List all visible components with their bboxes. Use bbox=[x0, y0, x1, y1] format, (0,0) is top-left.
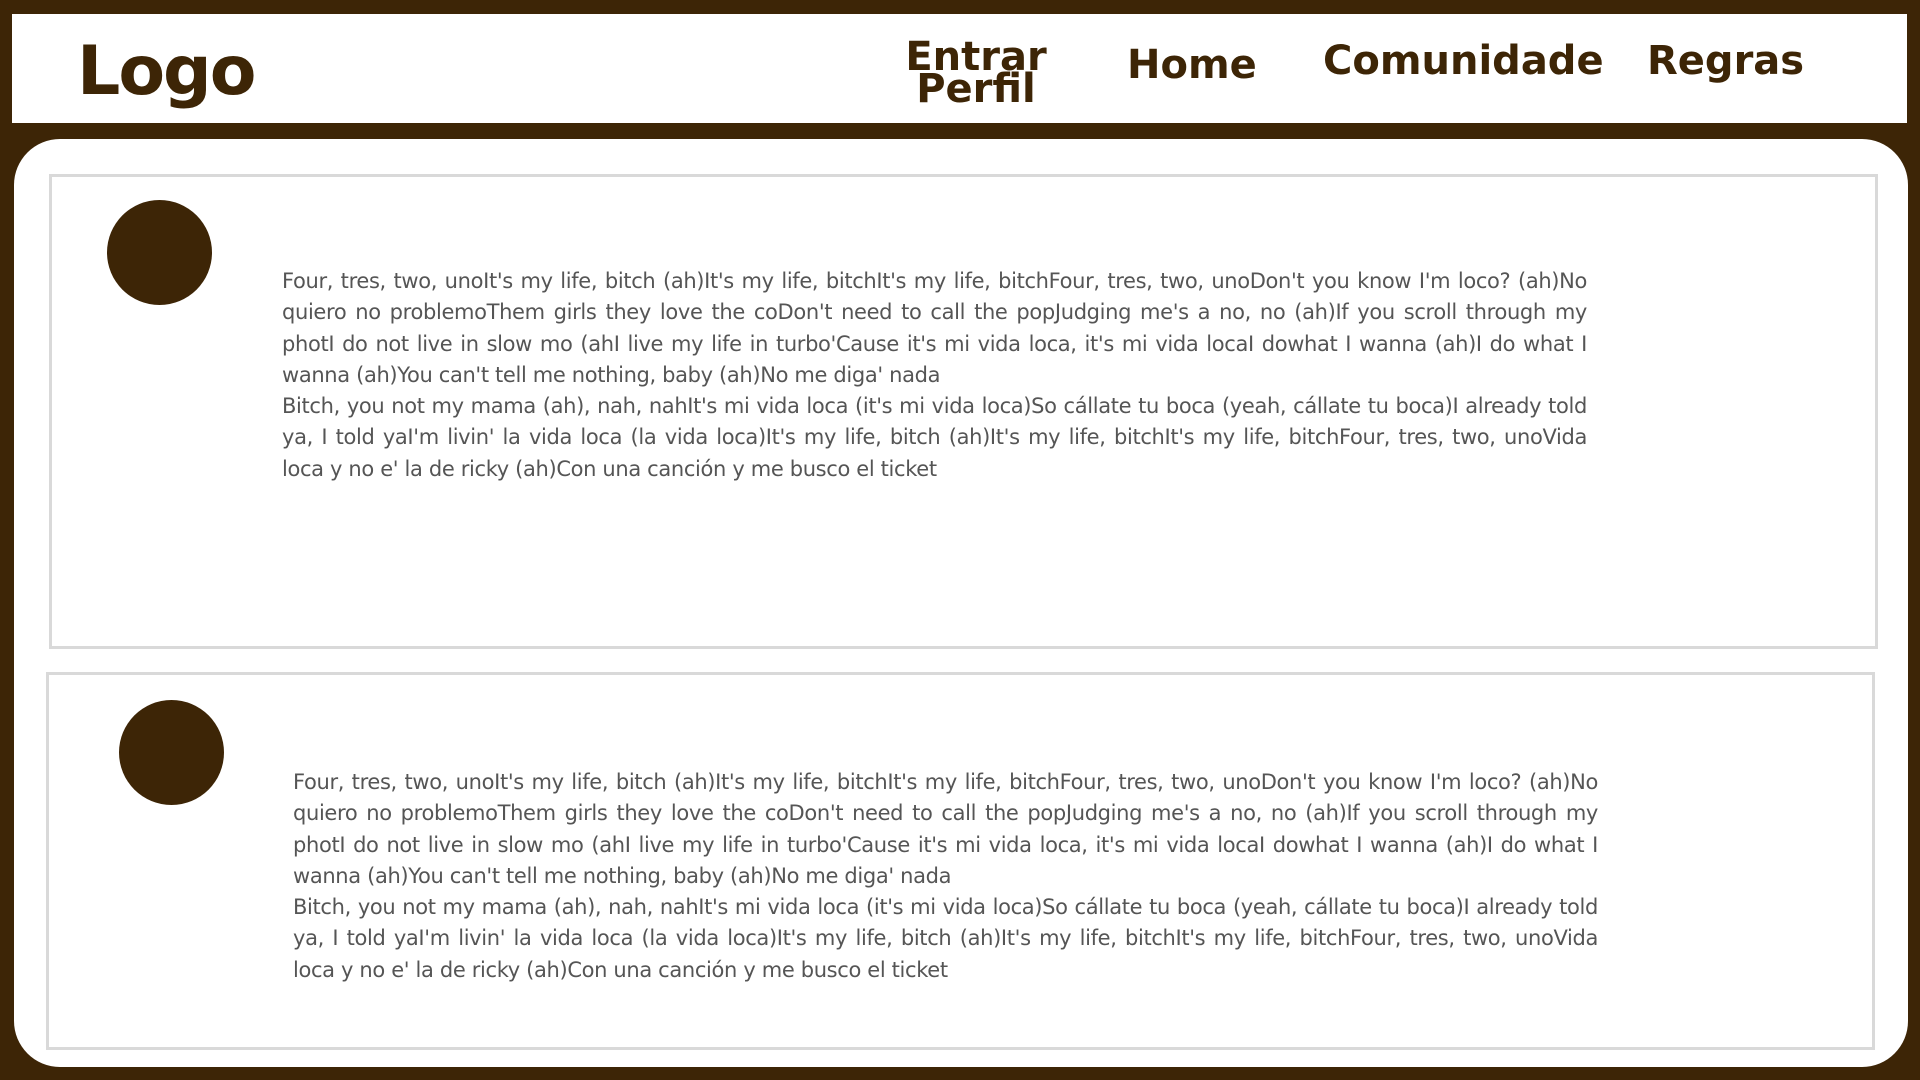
post-card: Four, tres, two, unoIt's my life, bitch … bbox=[49, 174, 1878, 649]
post-paragraph: Four, tres, two, unoIt's my life, bitch … bbox=[282, 269, 1587, 387]
avatar[interactable] bbox=[119, 700, 224, 805]
nav-perfil-label[interactable]: Perfil bbox=[897, 69, 1055, 109]
post-text: Four, tres, two, unoIt's my life, bitch … bbox=[282, 266, 1587, 485]
logo[interactable]: Logo bbox=[77, 38, 256, 106]
nav-comunidade[interactable]: Comunidade bbox=[1323, 41, 1604, 81]
nav-home[interactable]: Home bbox=[1127, 45, 1257, 85]
post-paragraph: Bitch, you not my mama (ah), nah, nahIt'… bbox=[282, 394, 1587, 481]
nav-entrar-perfil[interactable]: Entrar Perfil bbox=[897, 37, 1055, 109]
post-paragraph: Four, tres, two, unoIt's my life, bitch … bbox=[293, 770, 1598, 888]
header-bar: Logo Entrar Perfil Home Comunidade Regra… bbox=[12, 14, 1907, 123]
nav-regras[interactable]: Regras bbox=[1647, 41, 1804, 81]
avatar[interactable] bbox=[107, 200, 212, 305]
post-text: Four, tres, two, unoIt's my life, bitch … bbox=[293, 767, 1598, 986]
main-content: Four, tres, two, unoIt's my life, bitch … bbox=[14, 139, 1908, 1067]
post-card: Four, tres, two, unoIt's my life, bitch … bbox=[46, 672, 1875, 1050]
post-paragraph: Bitch, you not my mama (ah), nah, nahIt'… bbox=[293, 895, 1598, 982]
